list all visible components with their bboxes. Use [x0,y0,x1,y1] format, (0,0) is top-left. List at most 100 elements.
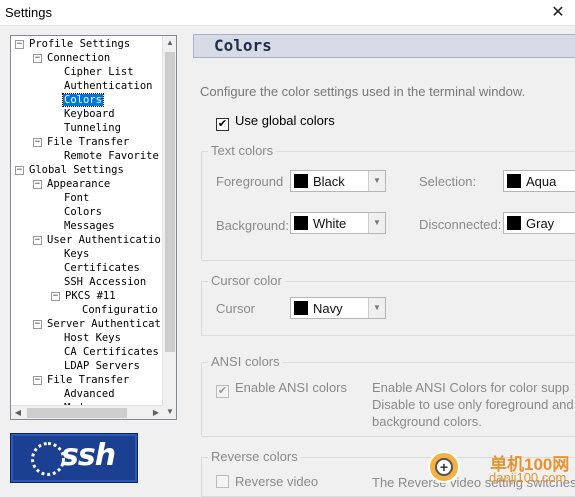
close-icon[interactable]: ✕ [544,1,572,25]
foreground-label: Foreground [216,174,284,189]
scroll-right-icon[interactable]: ▶ [149,406,163,419]
checkbox-box[interactable] [216,475,229,488]
selection-label: Selection: [419,174,477,189]
cursor-color-title: Cursor color [208,273,285,288]
text-colors-title: Text colors [208,143,277,158]
cursor-color-group: Cursor color [201,273,575,336]
collapse-icon[interactable]: − [33,320,42,329]
tree-node[interactable]: Colors [51,205,103,219]
cursor-swatch [294,301,308,315]
ansi-note-line: Disable to use only foreground and [372,397,574,412]
tree-node[interactable]: Keys [51,247,90,261]
scroll-left-icon[interactable]: ◀ [11,406,25,419]
tree-node[interactable]: Tunneling [51,121,122,135]
collapse-icon[interactable]: − [33,376,42,385]
tree-node-label: Messages [64,220,115,232]
tree-vertical-scrollbar[interactable]: ▲ ▼ [162,36,176,419]
tree-node-label: PKCS #11 [65,290,116,302]
tree-node[interactable]: CA Certificates [51,345,160,359]
tree-node-label: Colors [64,206,102,218]
scroll-down-icon[interactable]: ▼ [163,405,176,419]
tree-node[interactable]: − Server Authenticat [33,317,162,331]
tree-node[interactable]: Authentication [51,79,154,93]
tree-node[interactable]: Remote Favorite [51,149,160,163]
ansi-note-line: background colors. [372,414,482,429]
tree-node[interactable]: − Appearance [33,177,111,191]
tree-node[interactable]: Messages [51,219,116,233]
collapse-icon[interactable]: − [33,54,42,63]
collapse-icon[interactable]: − [33,180,42,189]
logo-ring-icon [31,442,65,476]
tree-node-label: Remote Favorite [64,150,159,162]
settings-tree[interactable]: − Profile Settings − Connection Cipher List A… [10,35,177,420]
disconnected-swatch [507,216,521,230]
collapse-icon[interactable]: − [33,236,42,245]
tree-node[interactable]: LDAP Servers [51,359,141,373]
tree-node[interactable]: − Global Settings [15,163,125,177]
tree-node-label: Appearance [47,178,111,190]
collapse-icon[interactable]: − [51,292,60,301]
ansi-note: Enable ANSI Colors for color supp Disabl… [372,379,574,430]
foreground-select[interactable]: Black ▼ [290,170,386,192]
tree-node[interactable]: Colors [51,93,104,107]
reverse-colors-title: Reverse colors [208,449,301,464]
cursor-select[interactable]: Navy ▼ [290,297,386,319]
use-global-colors-checkbox[interactable]: ✔ Use global colors [216,113,335,131]
disconnected-select[interactable]: Gray [503,212,575,234]
tree-node[interactable]: − Profile Settings [15,37,131,51]
page-description: Configure the color settings used in the… [200,84,526,99]
title-bar: Settings ✕ [0,0,575,26]
tree-node-label: Certificates [64,262,140,274]
enable-ansi-checkbox[interactable]: ✔ Enable ANSI colors [216,380,347,398]
scroll-up-icon[interactable]: ▲ [163,36,176,50]
reverse-video-checkbox[interactable]: Reverse video [216,474,318,489]
tree-node[interactable]: − PKCS #11 [51,289,117,303]
chevron-down-icon[interactable]: ▼ [368,171,385,191]
selection-select[interactable]: Aqua [503,170,575,192]
tree-horizontal-scrollbar[interactable]: ◀ ▶ [11,405,163,419]
tree-node[interactable]: − User Authenticatio [33,233,162,247]
reverse-video-label: Reverse video [235,474,319,489]
checkbox-box[interactable]: ✔ [216,118,229,131]
background-value: White [313,216,347,231]
tree-node-label: Global Settings [29,164,124,176]
watermark-circle-icon: + [428,451,460,483]
ssh-logo: ssh [10,433,138,483]
tree-node[interactable]: Cipher List [51,65,135,79]
tree-node[interactable]: SSH Accession [51,275,147,289]
foreground-value: Black [313,174,345,189]
hscroll-thumb[interactable] [27,408,127,418]
tree-node-label: File Transfer [47,136,130,148]
tree-node[interactable]: Advanced [51,387,116,401]
collapse-icon[interactable]: − [15,166,24,175]
tree-items: − Profile Settings − Connection Cipher List A… [11,36,163,419]
tree-node-label: SSH Accession [64,276,147,288]
disconnected-value: Gray [526,216,555,231]
tree-node[interactable]: Font [51,191,90,205]
tree-node[interactable]: Host Keys [51,331,122,345]
tree-node[interactable]: − File Transfer [33,135,130,149]
collapse-icon[interactable]: − [33,138,42,147]
scroll-thumb[interactable] [165,52,175,352]
collapse-icon[interactable]: − [15,40,24,49]
tree-node-label: CA Certificates [64,346,159,358]
tree-node-label: Tunneling [64,122,121,134]
tree-node[interactable]: − Connection [33,51,111,65]
tree-node[interactable]: − File Transfer [33,373,130,387]
tree-node-label: Advanced [64,388,115,400]
tree-node-label: File Transfer [47,374,130,386]
ansi-note-line: Enable ANSI Colors for color supp [372,380,570,395]
tree-node[interactable]: Keyboard [51,107,116,121]
chevron-down-icon[interactable]: ▼ [368,298,385,318]
background-select[interactable]: White ▼ [290,212,386,234]
watermark-line2: danji100.com [489,470,567,485]
background-swatch [294,216,308,230]
foreground-swatch [294,174,308,188]
tree-node[interactable]: Configuratio [69,303,159,317]
chevron-down-icon[interactable]: ▼ [368,213,385,233]
logo-text: ssh [61,438,116,473]
enable-ansi-label: Enable ANSI colors [235,380,348,395]
cursor-value: Navy [313,301,343,316]
tree-node[interactable]: Certificates [51,261,141,275]
checkbox-box[interactable]: ✔ [216,385,229,398]
